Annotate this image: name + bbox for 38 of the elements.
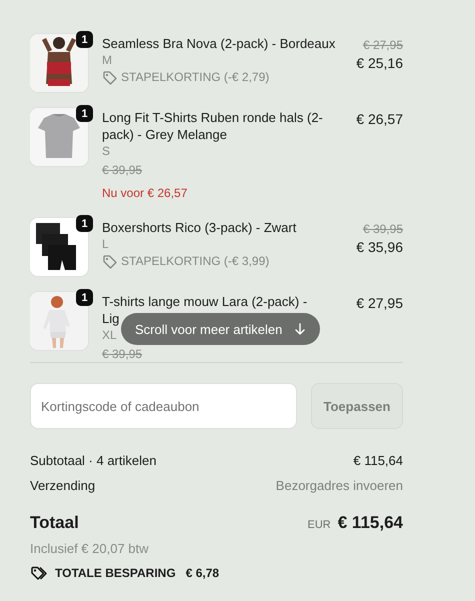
coupon-field[interactable]: Kortingscode of cadeaubon xyxy=(30,383,297,429)
original-price: € 39,95 xyxy=(102,162,142,178)
quantity-badge: 1 xyxy=(76,289,93,306)
quantity-badge: 1 xyxy=(76,31,93,48)
product-name: Long Fit T-Shirts Ruben ronde hals (2-pack) - Grey Melange xyxy=(102,109,324,143)
item-price: € 25,16 xyxy=(356,54,403,73)
subtotal-label: Subtotaal · 4 artikelen xyxy=(30,453,156,468)
original-price: € 39,95 xyxy=(362,221,403,238)
product-size: XL xyxy=(102,327,117,343)
discount-label: STAPELKORTING (-€ 2,79) xyxy=(121,69,270,86)
total-label: Totaal xyxy=(30,513,79,533)
sale-note: Nu voor € 26,57 xyxy=(102,185,188,202)
product-name: Boxershorts Rico (3-pack) - Zwart xyxy=(102,219,296,236)
total-value: € 115,64 xyxy=(338,513,403,532)
item-price: € 35,96 xyxy=(356,238,403,257)
original-price: € 39,95 xyxy=(102,346,142,362)
item-price: € 27,95 xyxy=(356,294,403,313)
shipping-label: Verzending xyxy=(30,478,96,493)
subtotal-value: € 115,64 xyxy=(353,453,403,468)
tag-icon xyxy=(102,70,117,84)
quantity-badge: 1 xyxy=(76,105,93,122)
tax-note: Inclusief € 20,07 btw xyxy=(30,541,150,556)
quantity-badge: 1 xyxy=(76,215,93,232)
savings-label: TOTALE BESPARING xyxy=(55,566,176,580)
item-price: € 26,57 xyxy=(356,110,403,129)
product-size: L xyxy=(102,236,109,252)
tags-icon xyxy=(30,565,48,581)
product-size: M xyxy=(102,52,112,68)
scroll-hint[interactable]: Scroll voor meer artikelen xyxy=(121,313,320,345)
product-size: S xyxy=(102,143,110,159)
shipping-value: Bezorgadres invoeren xyxy=(276,478,403,493)
discount-label: STAPELKORTING (-€ 3,99) xyxy=(121,253,270,270)
original-price: € 27,95 xyxy=(362,37,403,54)
tag-icon xyxy=(102,254,117,268)
currency-code: EUR xyxy=(308,519,331,531)
product-name: Seamless Bra Nova (2-pack) - Bordeaux xyxy=(102,35,336,52)
savings-value: € 6,78 xyxy=(186,566,220,580)
arrow-down-icon xyxy=(294,322,306,336)
